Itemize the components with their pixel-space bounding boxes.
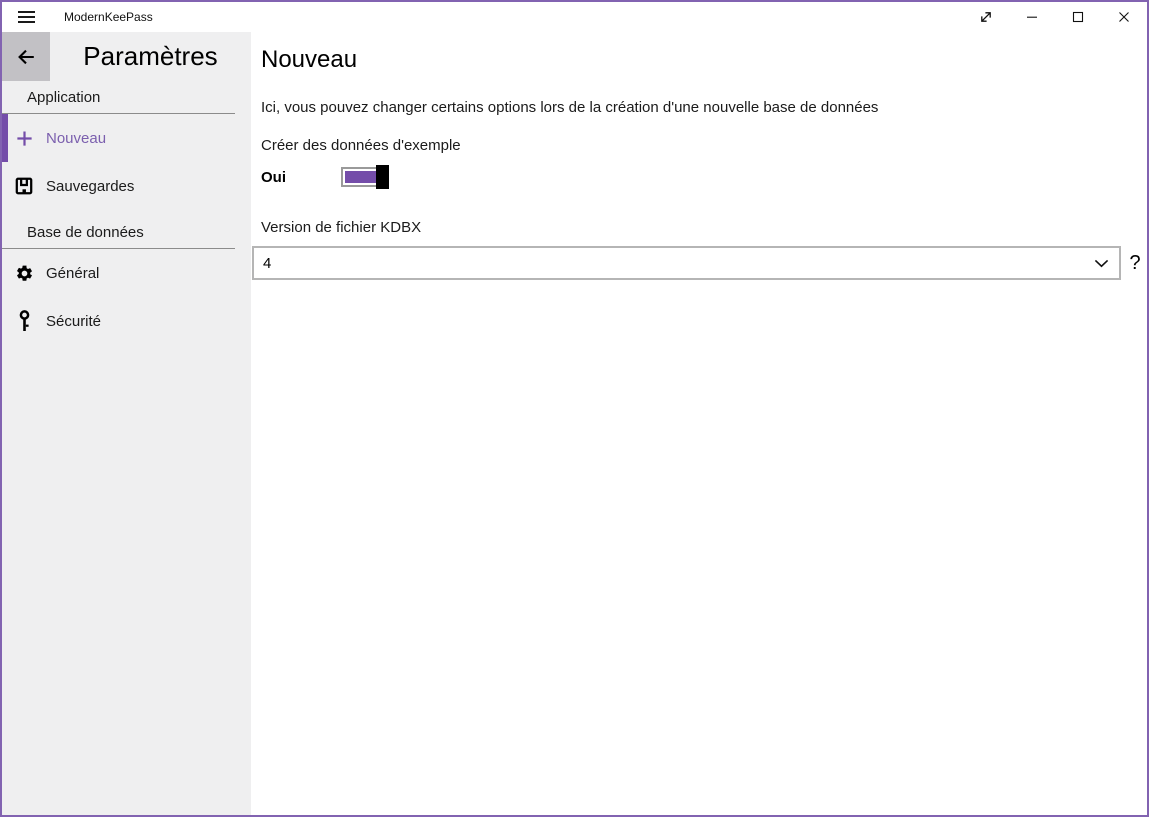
chevron-down-icon <box>1094 259 1109 268</box>
sample-data-toggle-row: Oui <box>261 164 1143 190</box>
back-arrow-icon <box>15 46 37 68</box>
maximize-button[interactable] <box>1055 2 1101 32</box>
hamburger-icon <box>18 11 35 23</box>
toggle-fill <box>345 171 379 183</box>
sidebar-item-securite[interactable]: Sécurité <box>2 297 251 345</box>
toggle-state-label: Oui <box>261 169 341 186</box>
close-icon <box>1115 8 1133 26</box>
content-row: Paramètres Application Nouveau <box>2 32 1147 815</box>
page-title: Nouveau <box>261 42 1143 78</box>
window-controls <box>963 2 1147 32</box>
minimize-button[interactable] <box>1009 2 1055 32</box>
plus-icon <box>14 128 34 148</box>
app-window: ModernKeePass <box>0 0 1149 817</box>
help-button[interactable]: ? <box>1127 246 1143 280</box>
sidebar-item-general[interactable]: Général <box>2 249 251 297</box>
page-description: Ici, vous pouvez changer certains option… <box>261 98 1143 118</box>
sidebar-item-label: Général <box>46 265 99 282</box>
close-button[interactable] <box>1101 2 1147 32</box>
sidebar-item-label: Nouveau <box>46 130 106 147</box>
toggle-knob[interactable] <box>376 165 389 189</box>
sidebar-header: Paramètres <box>2 32 251 81</box>
kdbx-version-row: 4 ? <box>252 246 1143 280</box>
sidebar-item-sauvegardes[interactable]: Sauvegardes <box>2 162 251 210</box>
fullscreen-button[interactable] <box>963 2 1009 32</box>
section-label-application: Application <box>2 89 235 114</box>
app-title: ModernKeePass <box>64 10 153 24</box>
sidebar-item-label: Sécurité <box>46 313 101 330</box>
fullscreen-icon <box>977 8 995 26</box>
sidebar-item-label: Sauvegardes <box>46 178 134 195</box>
minimize-icon <box>1023 8 1041 26</box>
titlebar: ModernKeePass <box>2 2 1147 32</box>
kdbx-version-label: Version de fichier KDBX <box>261 218 1143 238</box>
settings-page-nouveau: Nouveau Ici, vous pouvez changer certain… <box>251 32 1147 815</box>
settings-sidebar: Paramètres Application Nouveau <box>2 32 251 815</box>
sidebar-title: Paramètres <box>83 41 217 72</box>
key-icon <box>14 311 34 331</box>
sidebar-item-nouveau[interactable]: Nouveau <box>2 114 251 162</box>
maximize-icon <box>1069 8 1087 26</box>
save-icon <box>14 176 34 196</box>
kdbx-version-combobox[interactable]: 4 <box>252 246 1121 280</box>
gear-icon <box>14 263 34 283</box>
combobox-selected-value: 4 <box>263 255 1094 272</box>
sample-data-label: Créer des données d'exemple <box>261 136 1143 156</box>
section-label-database: Base de données <box>2 224 235 249</box>
hamburger-menu-button[interactable] <box>2 2 50 32</box>
sample-data-toggle[interactable] <box>341 167 383 187</box>
back-button[interactable] <box>2 32 50 81</box>
